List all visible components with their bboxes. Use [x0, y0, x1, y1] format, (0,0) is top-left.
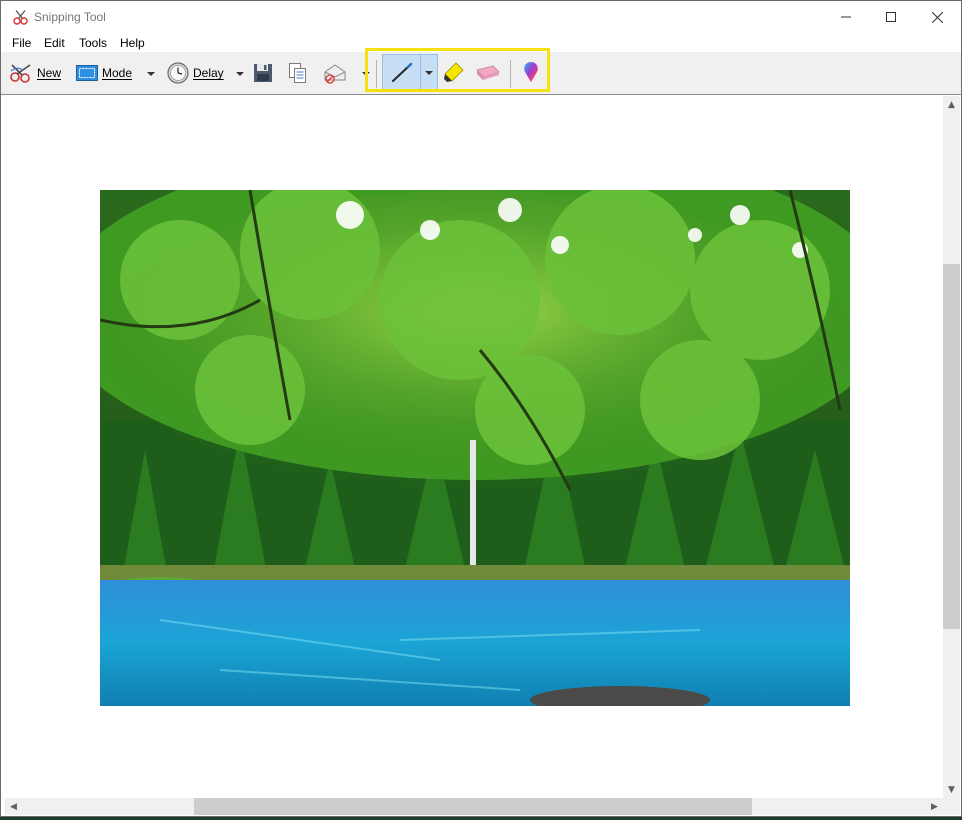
scrollbar-corner: [943, 798, 960, 815]
annotation-tools-highlight: [365, 48, 550, 92]
menu-help[interactable]: Help: [120, 36, 145, 50]
maximize-button[interactable]: [868, 1, 914, 33]
minimize-button[interactable]: [823, 1, 869, 33]
clock-icon: [167, 62, 189, 84]
delay-label: Delay: [193, 66, 224, 80]
close-button[interactable]: [914, 1, 960, 33]
scroll-up-icon[interactable]: ▲: [943, 96, 960, 113]
close-icon: [931, 11, 943, 23]
mode-button[interactable]: Mode: [76, 59, 132, 87]
landscape-photo: [100, 190, 850, 706]
title-bar[interactable]: Snipping Tool: [1, 1, 961, 33]
floppy-disk-icon: [254, 64, 272, 82]
window-title: Snipping Tool: [34, 10, 106, 24]
save-button[interactable]: [253, 59, 273, 87]
horizontal-scroll-thumb[interactable]: [194, 798, 752, 815]
menu-tools[interactable]: Tools: [79, 36, 107, 50]
minimize-icon: [841, 16, 851, 18]
rectangle-snip-icon: [76, 65, 98, 81]
snip-canvas[interactable]: [5, 96, 943, 798]
scissors-app-icon: [13, 10, 28, 25]
scroll-right-icon[interactable]: ▶: [926, 798, 943, 815]
new-button[interactable]: New: [9, 59, 61, 87]
delay-dropdown-chevron-down-icon[interactable]: [236, 70, 244, 78]
vertical-scrollbar[interactable]: ▲ ▼: [943, 96, 960, 798]
envelope-icon: [324, 64, 346, 84]
mode-dropdown-chevron-down-icon[interactable]: [147, 70, 155, 78]
scissors-icon: [10, 64, 31, 83]
horizontal-scrollbar[interactable]: ◀ ▶: [5, 798, 943, 815]
delay-button[interactable]: Delay: [167, 59, 224, 87]
new-label: New: [37, 66, 62, 80]
scroll-left-icon[interactable]: ◀: [5, 798, 22, 815]
mode-label: Mode: [102, 66, 133, 80]
send-button[interactable]: [323, 59, 349, 87]
copy-icon: [289, 63, 306, 83]
menu-edit[interactable]: Edit: [44, 36, 65, 50]
maximize-icon: [886, 12, 896, 22]
menu-file[interactable]: File: [12, 36, 31, 50]
snipping-tool-window: Snipping Tool File Edit Tools Help New M…: [0, 0, 962, 817]
vertical-scroll-thumb[interactable]: [943, 264, 960, 629]
copy-button[interactable]: [288, 59, 308, 87]
scroll-down-icon[interactable]: ▼: [943, 781, 960, 798]
